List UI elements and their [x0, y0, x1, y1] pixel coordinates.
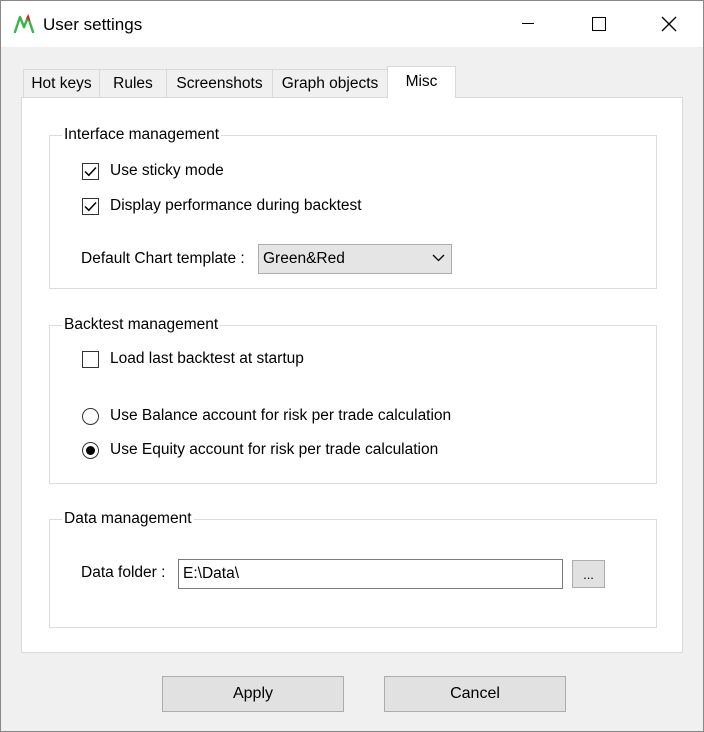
tab-label: Screenshots [176, 74, 263, 92]
equity-risk-radio[interactable] [82, 441, 99, 459]
backtest-management-group: Backtest management Load last backtest a… [49, 316, 657, 484]
display-performance-checkbox[interactable] [82, 197, 99, 215]
balance-risk-option[interactable]: Use Balance account for risk per trade c… [82, 407, 451, 425]
app-logo-icon [13, 14, 35, 34]
apply-label: Apply [232, 685, 274, 702]
tab-label: Graph objects [281, 74, 379, 92]
data-folder-label-row: Data folder : [81, 564, 165, 582]
tab-screenshots[interactable]: Screenshots [166, 69, 273, 97]
tab-label: Misc [405, 73, 438, 90]
data-folder-input[interactable]: E:\Data\ [178, 559, 563, 589]
tab-label: Rules [113, 74, 153, 92]
browse-folder-button[interactable]: ... [572, 560, 605, 588]
minimize-button[interactable] [505, 1, 551, 47]
check-icon [84, 201, 97, 211]
sticky-mode-label: Use sticky mode [110, 162, 224, 179]
group-title: Interface management [62, 126, 222, 144]
display-performance-option[interactable]: Display performance during backtest [82, 197, 362, 215]
close-icon [661, 16, 677, 32]
chart-template-value: Green&Red [263, 250, 345, 267]
cancel-label: Cancel [450, 685, 500, 702]
browse-label: ... [583, 566, 594, 582]
maximize-button[interactable] [576, 1, 622, 47]
window-title: User settings [43, 15, 143, 34]
radio-selected-dot [86, 445, 95, 455]
group-title: Backtest management [62, 316, 221, 334]
minimize-icon [522, 23, 534, 24]
data-folder-value: E:\Data\ [183, 565, 239, 582]
chevron-down-icon [432, 254, 445, 262]
settings-dialog: User settings Hot keys Rules Screenshots… [0, 0, 704, 732]
tab-rules[interactable]: Rules [99, 69, 167, 97]
chart-template-select[interactable]: Green&Red [258, 244, 452, 274]
load-last-backtest-checkbox[interactable] [82, 350, 99, 368]
close-button[interactable] [646, 1, 692, 47]
tab-label: Hot keys [31, 74, 92, 92]
misc-tab-panel: Interface management Use sticky mode Dis… [21, 97, 683, 653]
cancel-button[interactable]: Cancel [384, 676, 566, 712]
sticky-mode-option[interactable]: Use sticky mode [82, 162, 224, 180]
apply-button[interactable]: Apply [162, 676, 344, 712]
title-bar: User settings [1, 1, 703, 47]
interface-management-group: Interface management Use sticky mode Dis… [49, 126, 657, 289]
group-title: Data management [62, 510, 194, 528]
chart-template-label-row: Default Chart template : [81, 250, 245, 268]
check-icon [84, 166, 97, 176]
data-folder-label: Data folder : [81, 564, 166, 581]
load-last-backtest-option[interactable]: Load last backtest at startup [82, 350, 304, 368]
tab-graph-objects[interactable]: Graph objects [272, 69, 388, 97]
display-performance-label: Display performance during backtest [110, 197, 362, 214]
data-management-group: Data management Data folder : E:\Data\ .… [49, 510, 657, 628]
tab-misc[interactable]: Misc [387, 66, 456, 98]
equity-risk-option[interactable]: Use Equity account for risk per trade ca… [82, 441, 438, 459]
chart-template-label: Default Chart template : [81, 250, 245, 267]
balance-risk-label: Use Balance account for risk per trade c… [110, 407, 452, 424]
equity-risk-label: Use Equity account for risk per trade ca… [110, 441, 439, 458]
maximize-icon [592, 17, 606, 31]
load-last-backtest-label: Load last backtest at startup [110, 350, 304, 367]
sticky-mode-checkbox[interactable] [82, 162, 99, 180]
tab-hot-keys[interactable]: Hot keys [23, 69, 100, 97]
balance-risk-radio[interactable] [82, 407, 99, 425]
